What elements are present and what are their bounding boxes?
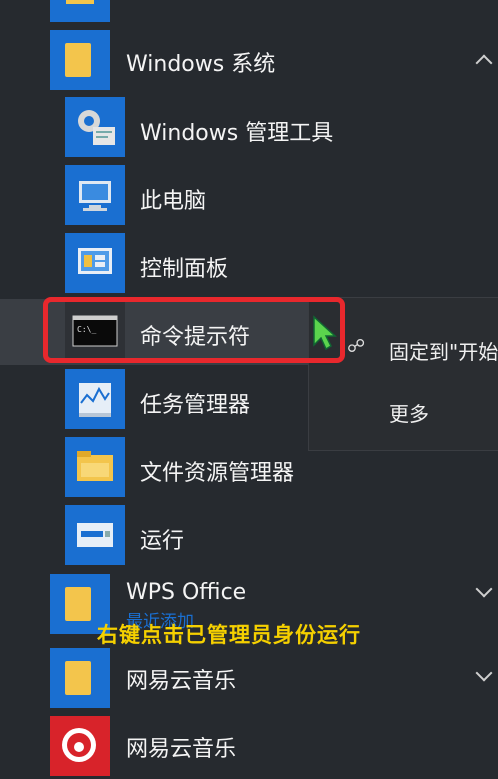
start-item-run[interactable]: 运行 bbox=[0, 503, 498, 569]
folder-label: 网易云音乐 bbox=[126, 669, 237, 694]
chevron-up-icon[interactable] bbox=[475, 54, 493, 72]
item-label: Windows 管理工具 bbox=[140, 121, 334, 146]
start-item-netease-music[interactable]: 网易云音乐 bbox=[0, 713, 498, 779]
task-manager-icon bbox=[65, 369, 125, 429]
folder-icon bbox=[65, 587, 91, 621]
admin-tools-icon bbox=[65, 97, 125, 157]
file-explorer-icon-art bbox=[77, 451, 113, 481]
item-label: 控制面板 bbox=[140, 257, 229, 282]
folder-icon bbox=[65, 661, 91, 695]
item-label: 任务管理器 bbox=[140, 393, 251, 418]
run-icon-art bbox=[77, 523, 113, 547]
item-label: 运行 bbox=[140, 529, 185, 554]
admin-tools-icon-art bbox=[78, 110, 115, 145]
computer-icon bbox=[65, 165, 125, 225]
caption-overlay: 右键点击已管理员身份运行 bbox=[97, 623, 361, 647]
pin-icon: ☍ bbox=[347, 336, 366, 357]
folder-label: Windows 系统 bbox=[126, 52, 276, 77]
folder-tile bbox=[50, 30, 110, 90]
start-folder-netease[interactable]: 网易云音乐 bbox=[0, 645, 498, 711]
start-item-admin-tools[interactable]: Windows 管理工具 bbox=[0, 95, 498, 161]
folder-label: WPS Office bbox=[126, 580, 247, 605]
start-item-this-pc[interactable]: 此电脑 bbox=[0, 163, 498, 229]
folder-icon bbox=[65, 43, 91, 77]
computer-icon-art bbox=[79, 181, 111, 211]
netease-music-icon-art bbox=[62, 728, 96, 762]
control-panel-icon bbox=[65, 233, 125, 293]
chevron-down-icon[interactable] bbox=[475, 580, 493, 598]
item-label: 网易云音乐 bbox=[126, 737, 237, 762]
chevron-down-icon[interactable] bbox=[475, 664, 493, 682]
control-panel-icon-art bbox=[78, 248, 112, 274]
file-explorer-icon bbox=[65, 437, 125, 497]
task-manager-icon-art bbox=[79, 383, 111, 417]
context-menu-pin-to-start[interactable]: 固定到"开始" bbox=[389, 336, 498, 365]
folder-tile bbox=[50, 648, 110, 708]
item-label: 文件资源管理器 bbox=[140, 461, 295, 486]
item-label: 此电脑 bbox=[140, 189, 207, 214]
context-menu-more[interactable]: 更多 bbox=[389, 398, 429, 427]
highlight-box bbox=[43, 297, 345, 363]
run-icon bbox=[65, 505, 125, 565]
start-item-control-panel[interactable]: 控制面板 bbox=[0, 231, 498, 297]
netease-music-icon bbox=[50, 716, 110, 776]
partial-tile bbox=[50, 0, 110, 22]
start-folder-windows-system[interactable]: Windows 系统 bbox=[0, 27, 498, 93]
partial-top-row[interactable] bbox=[0, 0, 498, 28]
folder-icon bbox=[66, 0, 94, 4]
